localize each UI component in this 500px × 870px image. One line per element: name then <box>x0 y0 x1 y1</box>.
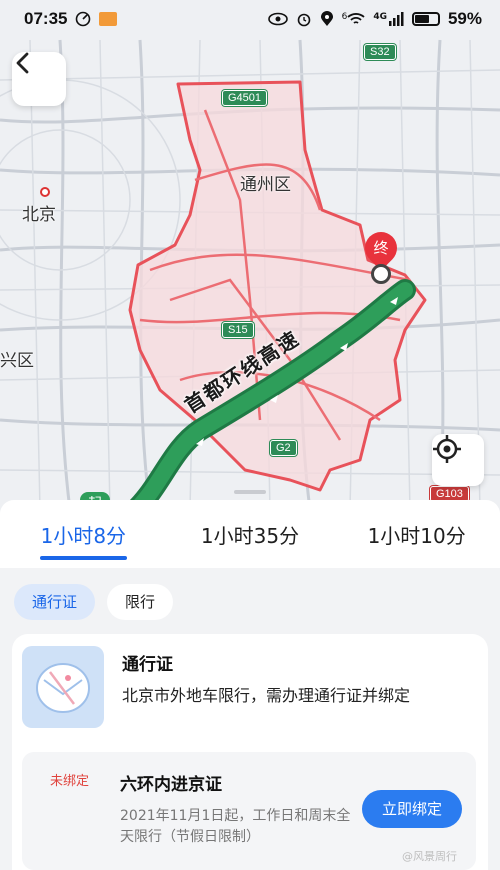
back-button[interactable] <box>12 52 66 106</box>
shield-s15: S15 <box>222 322 254 338</box>
unbound-status-badge: 未绑定 <box>50 774 90 789</box>
location-icon <box>320 11 333 26</box>
locate-button[interactable] <box>432 434 484 486</box>
shield-g4501: G4501 <box>222 90 268 106</box>
status-bar: 07:35 6 4G 59% <box>0 0 500 38</box>
network-type: 4G <box>373 12 387 22</box>
map-label-district-partial: 兴区 <box>0 351 34 371</box>
pass-card: 通行证 北京市外地车限行，需办理通行证并绑定 未绑定 六环内进京证 2021年1… <box>12 634 488 870</box>
destination-pin-label: 终 <box>373 239 389 257</box>
capital-marker-icon <box>40 187 50 197</box>
route-tabs: 1小时8分 1小时35分 1小时10分 <box>0 500 500 568</box>
signal-indicator: 4G <box>373 12 404 26</box>
chip-restriction[interactable]: 限行 <box>107 584 174 620</box>
watermark: @风景周行 <box>402 850 457 863</box>
destination-dot-icon <box>371 264 391 284</box>
wifi-icon <box>347 13 365 24</box>
route-tab-2[interactable]: 1小时35分 <box>167 500 334 568</box>
status-time: 07:35 <box>24 9 68 28</box>
pass-card-icon <box>22 646 104 728</box>
chevron-left-icon <box>16 52 29 74</box>
pass-entry[interactable]: 未绑定 六环内进京证 2021年11月1日起，工作日和周末全天限行（节假日限制）… <box>22 752 476 870</box>
drag-handle[interactable] <box>234 490 266 494</box>
filter-chips: 通行证 限行 <box>14 584 174 620</box>
battery-icon <box>411 12 440 26</box>
route-tab-1[interactable]: 1小时8分 <box>0 500 167 568</box>
bottom-panel: 1小时8分 1小时35分 1小时10分 通行证 限行 通行证 北京市外地车限行，… <box>0 490 500 870</box>
map-label-tongzhou: 通州区 <box>240 175 291 195</box>
envelope-icon <box>36 663 90 713</box>
pass-card-desc: 北京市外地车限行，需办理通行证并绑定 <box>122 686 411 705</box>
pass-entry-desc: 2021年11月1日起，工作日和周末全天限行（节假日限制） <box>120 808 351 845</box>
pass-card-title: 通行证 <box>122 655 173 675</box>
pass-entry-title: 六环内进京证 <box>120 775 222 795</box>
speed-icon <box>76 11 91 27</box>
app-notification-icon <box>99 12 118 26</box>
route-tab-3[interactable]: 1小时10分 <box>333 500 500 568</box>
map-canvas <box>0 39 500 510</box>
shield-s32: S32 <box>364 44 396 60</box>
wifi-indicator: 6 <box>342 12 366 26</box>
battery-percent: 59% <box>447 9 482 28</box>
map-label-beijing: 北京 <box>22 205 56 225</box>
crosshair-icon <box>433 435 461 463</box>
eye-icon <box>267 12 288 26</box>
shield-g2: G2 <box>270 440 297 456</box>
map-view[interactable]: 北京 通州区 兴区 S32 G4501 S15 G2 G103 首都环线高速 终… <box>0 0 500 510</box>
signal-bars-icon <box>388 12 404 26</box>
alarm-icon <box>297 13 310 27</box>
bind-now-button[interactable]: 立即绑定 <box>362 790 462 828</box>
chip-pass[interactable]: 通行证 <box>14 584 96 620</box>
